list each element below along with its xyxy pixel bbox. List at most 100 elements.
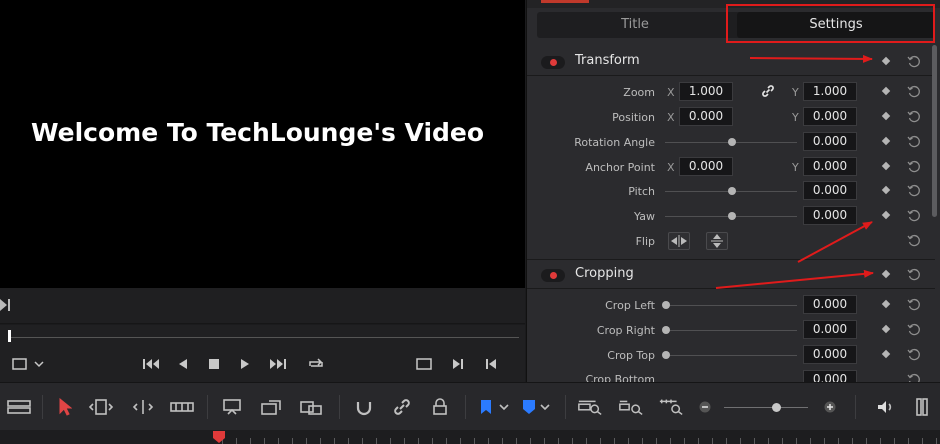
reset-icon[interactable] <box>907 322 921 336</box>
cropping-toggle[interactable] <box>541 269 565 282</box>
flip-horizontal-button[interactable] <box>668 232 690 250</box>
chevron-down-icon[interactable] <box>32 353 46 375</box>
keyframe-icon[interactable] <box>881 111 891 121</box>
yaw-label: Yaw <box>634 210 655 223</box>
zoom-y-field[interactable]: 1.000 <box>803 82 857 101</box>
viewer-options-icon[interactable] <box>8 353 32 375</box>
anchor-point-y-field[interactable]: 0.000 <box>803 157 857 176</box>
crop-right-field[interactable]: 0.000 <box>803 320 857 339</box>
snapping-icon[interactable] <box>351 397 377 417</box>
play-reverse-icon[interactable] <box>171 353 195 375</box>
pitch-field[interactable]: 0.000 <box>803 181 857 200</box>
timeline-zoom-knob[interactable] <box>772 403 781 412</box>
crop-left-slider-knob[interactable] <box>662 301 670 309</box>
video-viewer[interactable]: Welcome To TechLounge's Video <box>0 0 525 288</box>
keyframe-icon[interactable] <box>881 136 891 146</box>
crop-right-slider-knob[interactable] <box>662 326 670 334</box>
stop-icon[interactable] <box>202 353 226 375</box>
yaw-field[interactable]: 0.000 <box>803 206 857 225</box>
chevron-down-icon[interactable] <box>538 397 552 417</box>
toolbar-divider <box>339 395 340 419</box>
reset-icon[interactable] <box>907 54 921 68</box>
position-lock-icon[interactable] <box>427 397 453 417</box>
anchor-point-x-field[interactable]: 0.000 <box>679 157 733 176</box>
crop-left-slider[interactable] <box>665 305 797 306</box>
insert-clip-icon[interactable] <box>219 397 245 417</box>
rotation-angle-slider-knob[interactable] <box>728 138 736 146</box>
custom-zoom-icon[interactable] <box>658 397 684 417</box>
position-x-field[interactable]: 0.000 <box>679 107 733 126</box>
flip-vertical-button[interactable] <box>706 232 728 250</box>
link-icon[interactable] <box>760 83 776 99</box>
keyframe-icon[interactable] <box>881 185 891 195</box>
match-frame-icon[interactable] <box>412 353 436 375</box>
crop-right-slider[interactable] <box>665 330 797 331</box>
chevron-down-icon[interactable] <box>497 397 511 417</box>
audio-meter-icon[interactable] <box>909 397 935 417</box>
section-divider <box>527 259 935 260</box>
selection-tool-icon[interactable] <box>52 397 78 417</box>
keyframe-icon[interactable] <box>881 299 891 309</box>
timeline-playhead[interactable] <box>212 430 226 444</box>
keyframe-icon[interactable] <box>881 86 891 96</box>
reset-icon[interactable] <box>907 347 921 361</box>
crop-top-slider-knob[interactable] <box>662 351 670 359</box>
cropping-section-header[interactable]: Cropping <box>527 262 935 288</box>
reset-icon[interactable] <box>907 84 921 98</box>
rotation-angle-field[interactable]: 0.000 <box>803 132 857 151</box>
go-to-start-icon[interactable] <box>139 353 163 375</box>
position-y-field[interactable]: 0.000 <box>803 107 857 126</box>
anchor-x-axis-label: X <box>667 161 675 174</box>
timeline-ruler[interactable] <box>0 430 940 444</box>
reset-icon[interactable] <box>907 233 921 247</box>
reset-icon[interactable] <box>907 267 921 281</box>
pitch-label: Pitch <box>628 185 655 198</box>
toolbar-divider <box>42 395 43 419</box>
next-edit-icon[interactable] <box>446 353 470 375</box>
reset-icon[interactable] <box>907 183 921 197</box>
inspector-scrollbar[interactable] <box>932 45 937 217</box>
transform-toggle[interactable] <box>541 56 565 69</box>
dynamic-trim-icon[interactable] <box>130 397 156 417</box>
inspector-panel: Title Settings Transform Zoom X 1.000 Y … <box>526 0 940 389</box>
toolbar-divider <box>465 395 466 419</box>
previous-edit-icon[interactable] <box>479 353 503 375</box>
reset-icon[interactable] <box>907 159 921 173</box>
blade-tool-icon[interactable] <box>169 397 195 417</box>
linked-selection-icon[interactable] <box>389 397 415 417</box>
keyframe-icon[interactable] <box>881 324 891 334</box>
crop-top-field[interactable]: 0.000 <box>803 345 857 364</box>
scrubber-playhead[interactable] <box>8 330 11 342</box>
go-to-end-icon[interactable] <box>266 353 290 375</box>
full-extent-zoom-icon[interactable] <box>577 397 603 417</box>
reset-icon[interactable] <box>907 134 921 148</box>
yaw-slider-knob[interactable] <box>728 212 736 220</box>
keyframe-icon[interactable] <box>881 161 891 171</box>
reset-icon[interactable] <box>907 208 921 222</box>
timeline-zoom-slider[interactable] <box>724 407 808 408</box>
zoom-x-field[interactable]: 1.000 <box>679 82 733 101</box>
rotation-angle-label: Rotation Angle <box>574 136 655 149</box>
keyframe-icon[interactable] <box>881 349 891 359</box>
loop-icon[interactable] <box>304 353 328 375</box>
detail-zoom-icon[interactable] <box>618 397 644 417</box>
tab-title[interactable]: Title <box>537 12 733 38</box>
pitch-slider-knob[interactable] <box>728 187 736 195</box>
flip-horizontal-icon <box>671 235 687 247</box>
reset-icon[interactable] <box>907 109 921 123</box>
keyframe-icon[interactable] <box>881 210 891 220</box>
next-frame-icon[interactable] <box>0 297 12 313</box>
play-icon[interactable] <box>233 353 257 375</box>
audio-icon[interactable] <box>872 397 898 417</box>
timeline-view-icon[interactable] <box>6 397 32 417</box>
zoom-out-icon[interactable] <box>696 397 714 417</box>
reset-icon[interactable] <box>907 297 921 311</box>
zoom-in-icon[interactable] <box>821 397 839 417</box>
overwrite-clip-icon[interactable] <box>259 397 285 417</box>
crop-left-field[interactable]: 0.000 <box>803 295 857 314</box>
crop-top-slider[interactable] <box>665 355 797 356</box>
replace-clip-icon[interactable] <box>298 397 324 417</box>
viewer-scrubber[interactable] <box>0 325 525 347</box>
transform-section-header[interactable]: Transform <box>527 49 935 75</box>
trim-edit-icon[interactable] <box>88 397 114 417</box>
